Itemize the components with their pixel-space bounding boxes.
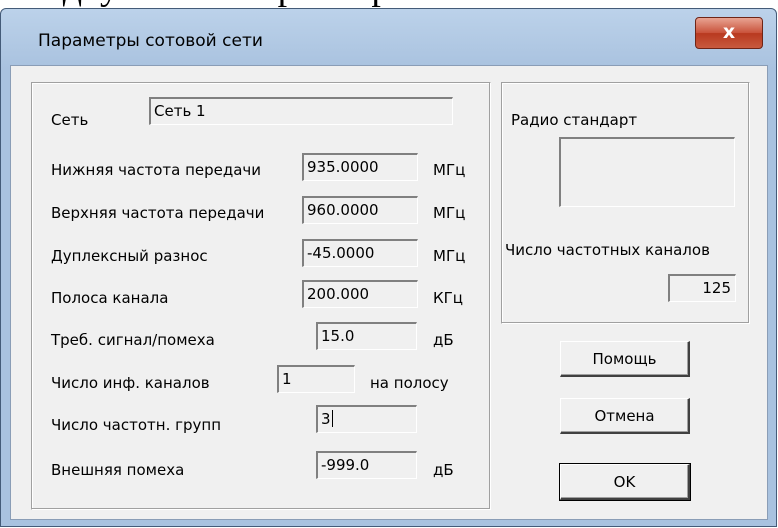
title-bar[interactable]: Параметры сотовой сети x bbox=[1, 9, 776, 65]
background-document-text: ыпадку "Сеть-Параметры" число частотных bbox=[0, 0, 778, 8]
snr-unit: дБ bbox=[433, 331, 454, 349]
snr-label: Треб. сигнал/помеха bbox=[51, 331, 215, 349]
duplex-field[interactable]: -45.0000 bbox=[302, 239, 418, 267]
high-freq-field[interactable]: 960.0000 bbox=[302, 196, 418, 224]
low-freq-unit: МГц bbox=[433, 161, 466, 179]
radio-standard-field[interactable] bbox=[559, 137, 735, 207]
ext-noise-unit: дБ bbox=[433, 461, 454, 479]
ext-noise-field[interactable]: -999.0 bbox=[316, 451, 417, 479]
low-freq-field[interactable]: 935.0000 bbox=[302, 153, 418, 181]
freq-groups-field[interactable]: 3 bbox=[316, 405, 417, 433]
duplex-unit: МГц bbox=[433, 247, 466, 265]
freq-groups-label: Число частотн. групп bbox=[51, 416, 222, 434]
high-freq-unit: МГц bbox=[433, 204, 466, 222]
duplex-label: Дуплексный разнос bbox=[51, 247, 208, 265]
network-name-field[interactable]: Сеть 1 bbox=[149, 97, 453, 125]
window-title: Параметры сотовой сети bbox=[38, 31, 263, 51]
freq-channels-label: Число частотных каналов bbox=[505, 241, 710, 259]
close-button[interactable]: x bbox=[695, 17, 763, 49]
info-channels-field[interactable]: 1 bbox=[277, 365, 355, 393]
bandwidth-label: Полоса канала bbox=[51, 289, 169, 307]
radio-standard-label: Радио стандарт bbox=[511, 111, 638, 129]
bandwidth-field[interactable]: 200.000 bbox=[302, 280, 418, 308]
snr-field[interactable]: 15.0 bbox=[316, 322, 417, 350]
ok-button[interactable]: OK bbox=[559, 463, 691, 501]
text-caret bbox=[331, 410, 333, 427]
low-freq-label: Нижняя частота передачи bbox=[51, 161, 262, 179]
close-icon: x bbox=[722, 21, 736, 43]
info-channels-label: Число инф. каналов bbox=[51, 374, 210, 392]
freq-groups-value: 3 bbox=[321, 410, 331, 428]
ext-noise-label: Внешняя помеха bbox=[51, 461, 185, 479]
high-freq-label: Верхняя частота передачи bbox=[51, 204, 265, 222]
dialog-client-area: Сеть Сеть 1 Нижняя частота передачи 935.… bbox=[10, 65, 768, 520]
dialog-window: Параметры сотовой сети x Сеть Сеть 1 Ниж… bbox=[0, 8, 777, 527]
freq-channels-field[interactable]: 125 bbox=[668, 274, 736, 302]
cancel-button[interactable]: Отмена bbox=[560, 398, 690, 434]
info-channels-unit: на полосу bbox=[370, 374, 449, 392]
bandwidth-unit: КГц bbox=[433, 289, 464, 307]
help-button[interactable]: Помощь bbox=[560, 341, 690, 377]
network-label: Сеть bbox=[51, 111, 89, 129]
